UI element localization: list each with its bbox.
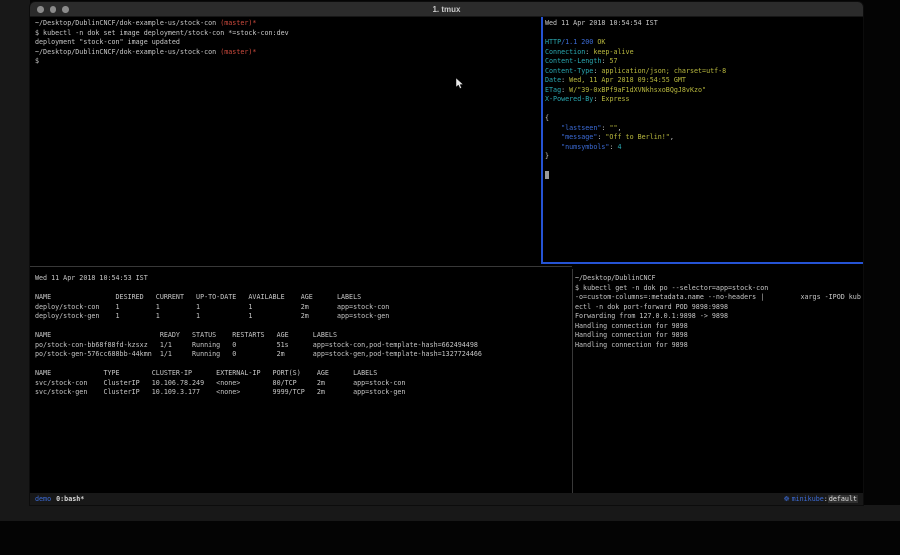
window-title: 1. tmux [432,5,460,14]
terminal-line: } [545,152,865,162]
mouse-cursor-icon [456,78,465,89]
terminal-text-segment: Wed 11 Apr 2018 10:54:54 IST [545,19,658,27]
terminal-text-segment: application/json; charset=utf-8 [601,67,726,75]
terminal-line [545,162,865,172]
window-titlebar[interactable]: 1. tmux [30,2,863,17]
terminal-text-segment: Wed, 11 Apr 2018 09:54:55 GMT [569,76,686,84]
terminal-line: Connection: keep-alive [545,48,865,58]
pane-border-vertical-inactive[interactable] [572,269,573,493]
terminal-text-segment: 4 [617,143,621,151]
tmux-window-tab[interactable]: 0:bash* [56,495,84,503]
terminal-line: Date: Wed, 11 Apr 2018 09:54:55 GMT [545,76,865,86]
terminal-text-segment: : [561,86,569,94]
pane-top-left-shell[interactable]: ~/Desktop/DublinCNCF/dok-example-us/stoc… [30,17,546,264]
terminal-text-segment: "message" [545,133,597,141]
terminal-line: "message": "Off to Berlin!", [545,133,865,143]
terminal-text-segment: /1.1 200 [561,38,593,46]
terminal-text-segment: HTTP [545,38,561,46]
tmux-status-bar: demo 0:bash* ☸ minikube : default [30,493,863,505]
terminal-cursor [545,171,549,179]
terminal-text-segment: ~/Desktop/DublinCNCF/dok-example-us/stoc… [35,48,220,56]
traffic-light-buttons [37,6,69,13]
terminal-text-segment: "lastseen" [545,124,601,132]
terminal-text-segment: (master)* [220,19,256,27]
terminal-line [545,171,865,181]
tmux-session: ~/Desktop/DublinCNCF/dok-example-us/stoc… [30,17,863,493]
terminal-line: "lastseen": "", [545,124,865,134]
terminal-text-segment: , [618,124,622,132]
pane-bottom-left-kubectl-watch[interactable]: Wed 11 Apr 2018 10:54:53 IST NAME DESIRE… [30,269,572,493]
terminal-line: $ [35,57,546,67]
status-bar-right: ☸ minikube : default [784,495,858,503]
minimize-button[interactable] [50,6,57,13]
terminal-text-segment: $ [35,57,39,65]
kube-context-label: minikube [792,495,824,503]
terminal-text-segment: 57 [609,57,617,65]
terminal-text-segment: { [545,114,549,122]
terminal-text-segment: "Off to Berlin!" [605,133,669,141]
terminal-line: X-Powered-By: Express [545,95,865,105]
terminal-line: ETag: W/"39-0xBPf9aF1dXVNkhsxoBQgJ8vKzo" [545,86,865,96]
terminal-text-segment: "" [609,124,617,132]
terminal-text-segment: "numsymbols" [545,143,609,151]
terminal-line: deployment "stock-con" image updated [35,38,546,48]
terminal-text-segment: X-Powered-By [545,95,593,103]
terminal-line [545,105,865,115]
terminal-text-segment: deployment "stock-con" image updated [35,38,180,46]
terminal-text-segment: (master)* [220,48,256,56]
terminal-line: $ kubectl -n dok set image deployment/st… [35,29,546,39]
terminal-line: { [545,114,865,124]
terminal-line [545,29,865,39]
terminal-text-segment: Date [545,76,561,84]
kube-namespace-label: default [828,495,858,503]
terminal-text-segment: ~/Desktop/DublinCNCF/dok-example-us/stoc… [35,19,220,27]
terminal-text-segment: Connection [545,48,585,56]
terminal-line: Content-Type: application/json; charset=… [545,67,865,77]
terminal-line: ~/Desktop/DublinCNCF/dok-example-us/stoc… [35,19,546,29]
terminal-text-segment: W/"39-0xBPf9aF1dXVNkhsxoBQgJ8vKzo" [569,86,706,94]
terminal-window: 1. tmux ~/Desktop/DublinCNCF/dok-example… [30,2,863,505]
terminal-text-segment: Express [601,95,629,103]
kubectl-get-output: Wed 11 Apr 2018 10:54:53 IST NAME DESIRE… [35,274,572,398]
terminal-text-segment: Content-Length [545,57,601,65]
desktop-screen: 1. tmux ~/Desktop/DublinCNCF/dok-example… [0,0,900,555]
desktop-background-left [0,0,30,520]
pane-bottom-right-port-forward[interactable]: ~/Desktop/DublinCNCF $ kubectl get -n do… [574,269,864,493]
terminal-line: "numsymbols": 4 [545,143,865,153]
terminal-line: Wed 11 Apr 2018 10:54:54 IST [545,19,865,29]
kubernetes-helm-icon: ☸ [784,495,790,503]
terminal-text-segment: OK [593,38,605,46]
pane-border-horizontal-inactive[interactable] [30,266,572,267]
close-button[interactable] [37,6,44,13]
terminal-text-segment: $ kubectl -n dok set image deployment/st… [35,29,289,37]
terminal-text-segment: keep-alive [593,48,633,56]
terminal-text-segment: : [561,76,569,84]
terminal-text-segment: } [545,152,549,160]
zoom-button[interactable] [62,6,69,13]
status-bar-left: demo 0:bash* [35,495,84,503]
terminal-text-segment: Content-Type [545,67,593,75]
tmux-session-name: demo [35,495,51,503]
terminal-line: ~/Desktop/DublinCNCF/dok-example-us/stoc… [35,48,546,58]
terminal-line: HTTP/1.1 200 OK [545,38,865,48]
terminal-text-segment: , [670,133,674,141]
desktop-background-bottom [0,505,900,521]
pane-border-horizontal-active[interactable] [541,262,863,264]
port-forward-output: ~/Desktop/DublinCNCF $ kubectl get -n do… [575,274,864,350]
pane-top-right-http-response[interactable]: Wed 11 Apr 2018 10:54:54 IST HTTP/1.1 20… [543,17,865,264]
terminal-line: Content-Length: 57 [545,57,865,67]
terminal-text-segment: ETag [545,86,561,94]
